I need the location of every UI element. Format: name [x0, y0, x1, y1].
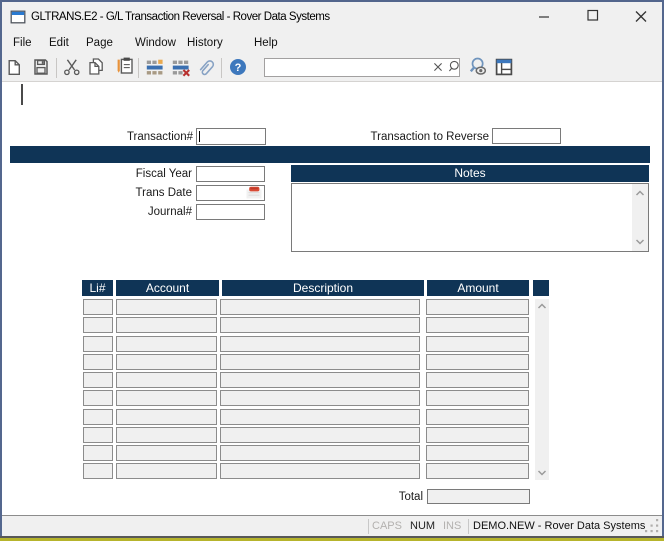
svg-text:?: ?	[235, 62, 242, 74]
